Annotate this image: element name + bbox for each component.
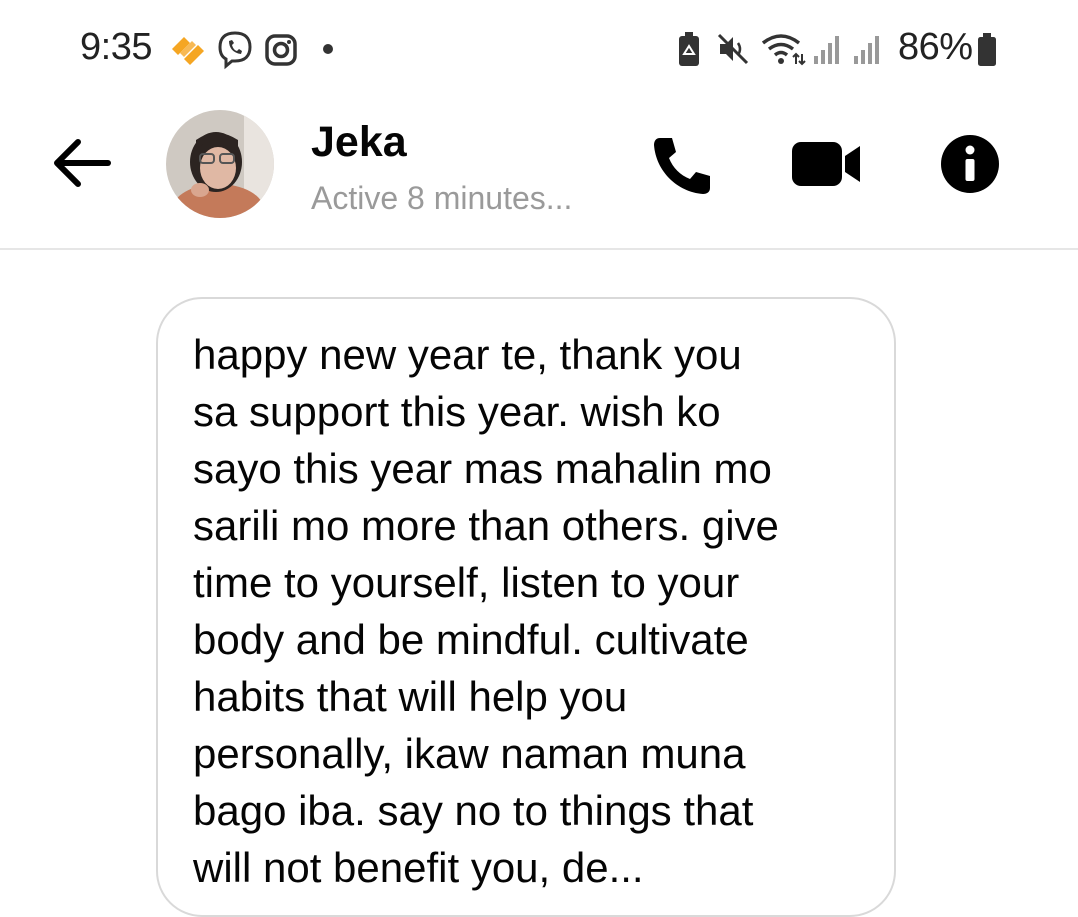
status-bar: 9:35 86%	[0, 0, 1078, 98]
battery-icon	[978, 33, 996, 66]
battery-percent: 86%	[898, 26, 973, 68]
viber-icon	[218, 31, 252, 70]
back-arrow-icon[interactable]	[50, 136, 114, 190]
message-text: happy new year te, thank you sa support …	[193, 331, 779, 891]
mute-icon	[717, 33, 749, 65]
signal-icon	[814, 36, 839, 64]
swoosh-icon	[172, 37, 204, 65]
message-bubble[interactable]: happy new year te, thank you sa support …	[156, 297, 896, 917]
avatar[interactable]	[166, 110, 274, 218]
signal-icon-2	[854, 36, 879, 64]
conversation-header: Jeka Active 8 minutes...	[0, 98, 1078, 250]
contact-active-status: Active 8 minutes...	[311, 180, 573, 216]
phone-call-icon[interactable]	[650, 134, 714, 196]
contact-name[interactable]: Jeka	[311, 118, 407, 167]
notification-dot-icon	[323, 44, 333, 54]
wifi-icon	[761, 34, 806, 66]
status-time: 9:35	[80, 26, 152, 68]
battery-saver-icon	[679, 32, 699, 66]
video-call-icon[interactable]	[790, 140, 862, 188]
info-icon[interactable]	[940, 134, 1000, 194]
instagram-icon	[265, 34, 297, 66]
